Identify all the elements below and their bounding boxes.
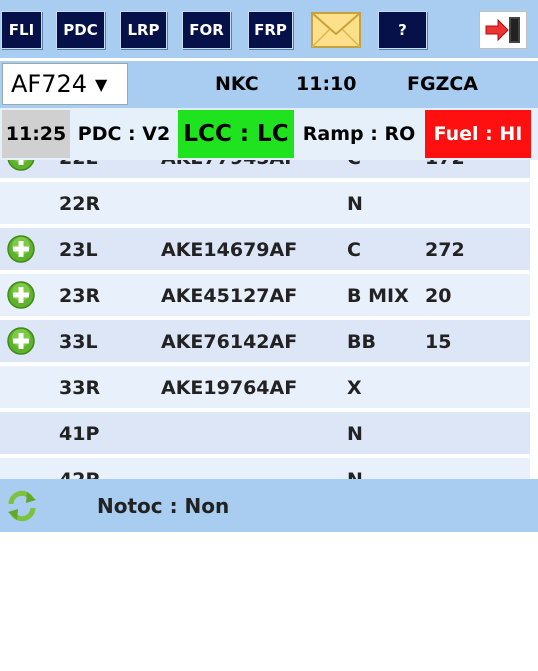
type-cell: N — [347, 193, 363, 215]
table-row: 23L AKE14679AF C 272 — [0, 228, 530, 272]
position-cell: 23R — [59, 285, 101, 307]
position-cell: 33R — [59, 377, 101, 399]
footer-bar: Notoc : Non — [0, 479, 538, 532]
table-row: 42P N — [0, 458, 530, 479]
weight-cell: 272 — [425, 239, 465, 261]
uld-cell: AKE76142AF — [161, 331, 298, 353]
table-row: 33L AKE76142AF BB 15 — [0, 320, 530, 364]
status-pdc[interactable]: PDC : V2 — [72, 110, 176, 158]
type-cell: C — [347, 239, 361, 261]
table-row: 41P N — [0, 412, 530, 456]
position-cell: 23L — [59, 239, 98, 261]
frp-button[interactable]: FRP — [248, 11, 293, 49]
type-cell: X — [347, 377, 362, 399]
table-row: 33R AKE19764AF X — [0, 366, 530, 410]
flight-info-bar: AF724 ▼ NKC 11:10 FGZCA — [0, 61, 538, 108]
flight-time: 11:10 — [296, 73, 357, 95]
position-cell: 22R — [59, 193, 101, 215]
status-lcc[interactable]: LCC : LC — [178, 110, 294, 158]
flight-select[interactable]: AF724 ▼ — [2, 63, 128, 105]
add-circle-icon[interactable] — [7, 281, 35, 309]
top-toolbar: FLI PDC LRP FOR FRP ? — [0, 0, 538, 58]
help-button[interactable]: ? — [378, 11, 427, 49]
uld-table: 22LAKE77945AFC17222RN23LAKE14679AFC27223… — [0, 108, 538, 479]
flight-select-value: AF724 — [11, 70, 88, 98]
position-cell: 33L — [59, 331, 98, 353]
table-row: 23R AKE45127AF B MIX 20 — [0, 274, 530, 318]
exit-door-icon — [485, 17, 520, 43]
type-cell: N — [347, 423, 363, 445]
lrp-button[interactable]: LRP — [120, 11, 167, 49]
uld-cell: AKE19764AF — [161, 377, 298, 399]
status-ramp[interactable]: Ramp : RO — [296, 110, 422, 158]
status-fuel[interactable]: Fuel : HI — [425, 110, 531, 158]
station-code: NKC — [215, 73, 259, 95]
add-circle-icon[interactable] — [7, 327, 35, 355]
status-bar: 11:25 PDC : V2 LCC : LC Ramp : RO Fuel :… — [0, 108, 538, 160]
envelope-icon — [311, 12, 361, 48]
fli-button[interactable]: FLI — [1, 11, 42, 49]
uld-cell: AKE14679AF — [161, 239, 298, 261]
refresh-icon[interactable] — [5, 489, 39, 523]
type-cell: N — [347, 469, 363, 479]
for-button[interactable]: FOR — [182, 11, 231, 49]
position-cell: 42P — [59, 469, 99, 479]
weight-cell: 20 — [425, 285, 452, 307]
status-time: 11:25 — [2, 110, 70, 158]
type-cell: B MIX — [347, 285, 409, 307]
weight-cell: 15 — [425, 331, 452, 353]
mail-button[interactable] — [310, 10, 362, 50]
table-row: 22R N — [0, 182, 530, 226]
exit-button[interactable] — [479, 11, 527, 49]
dropdown-arrow-icon: ▼ — [95, 74, 108, 94]
add-circle-icon[interactable] — [7, 235, 35, 263]
uld-cell: AKE45127AF — [161, 285, 298, 307]
type-cell: BB — [347, 331, 376, 353]
notoc-status: Notoc : Non — [97, 494, 230, 518]
position-cell: 41P — [59, 423, 100, 445]
pdc-button[interactable]: PDC — [56, 11, 105, 49]
aircraft-registration: FGZCA — [407, 73, 478, 95]
